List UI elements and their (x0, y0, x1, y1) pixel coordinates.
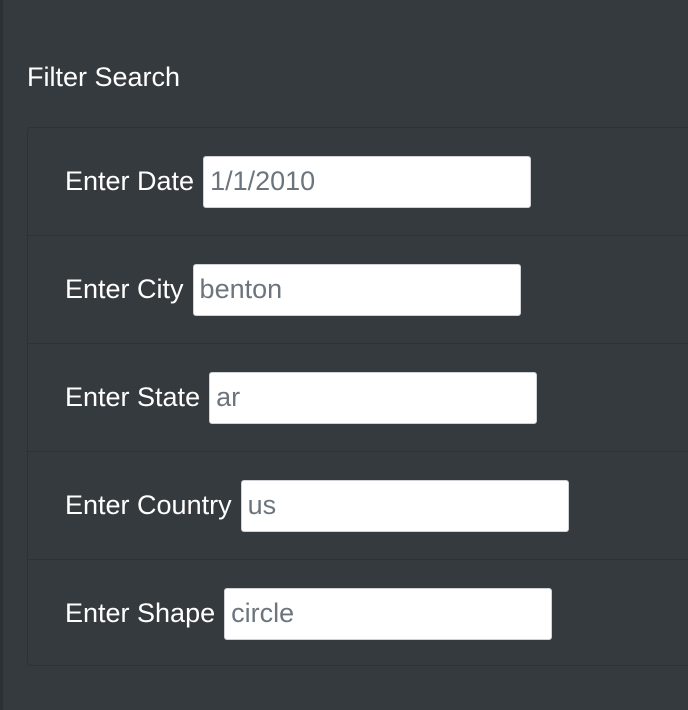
filter-label-state: Enter State (65, 382, 201, 412)
filter-item-date: Enter Date (28, 128, 688, 236)
filter-item-country: Enter Country (28, 452, 688, 560)
filter-label-city: Enter City (65, 274, 184, 304)
filter-label-country: Enter Country (65, 490, 232, 520)
left-edge-divider (0, 0, 3, 710)
country-input[interactable] (240, 479, 569, 532)
panel-title: Filter Search (27, 62, 181, 92)
date-input[interactable] (203, 155, 532, 208)
city-input[interactable] (192, 263, 521, 316)
filter-list: Enter Date Enter City Enter State Enter … (27, 127, 688, 666)
filter-item-state: Enter State (28, 344, 688, 452)
filter-label-date: Enter Date (65, 166, 195, 196)
shape-input[interactable] (224, 587, 553, 640)
filter-label-shape: Enter Shape (65, 598, 216, 628)
filter-item-city: Enter City (28, 236, 688, 344)
filter-item-shape: Enter Shape (28, 560, 688, 667)
state-input[interactable] (209, 371, 538, 424)
